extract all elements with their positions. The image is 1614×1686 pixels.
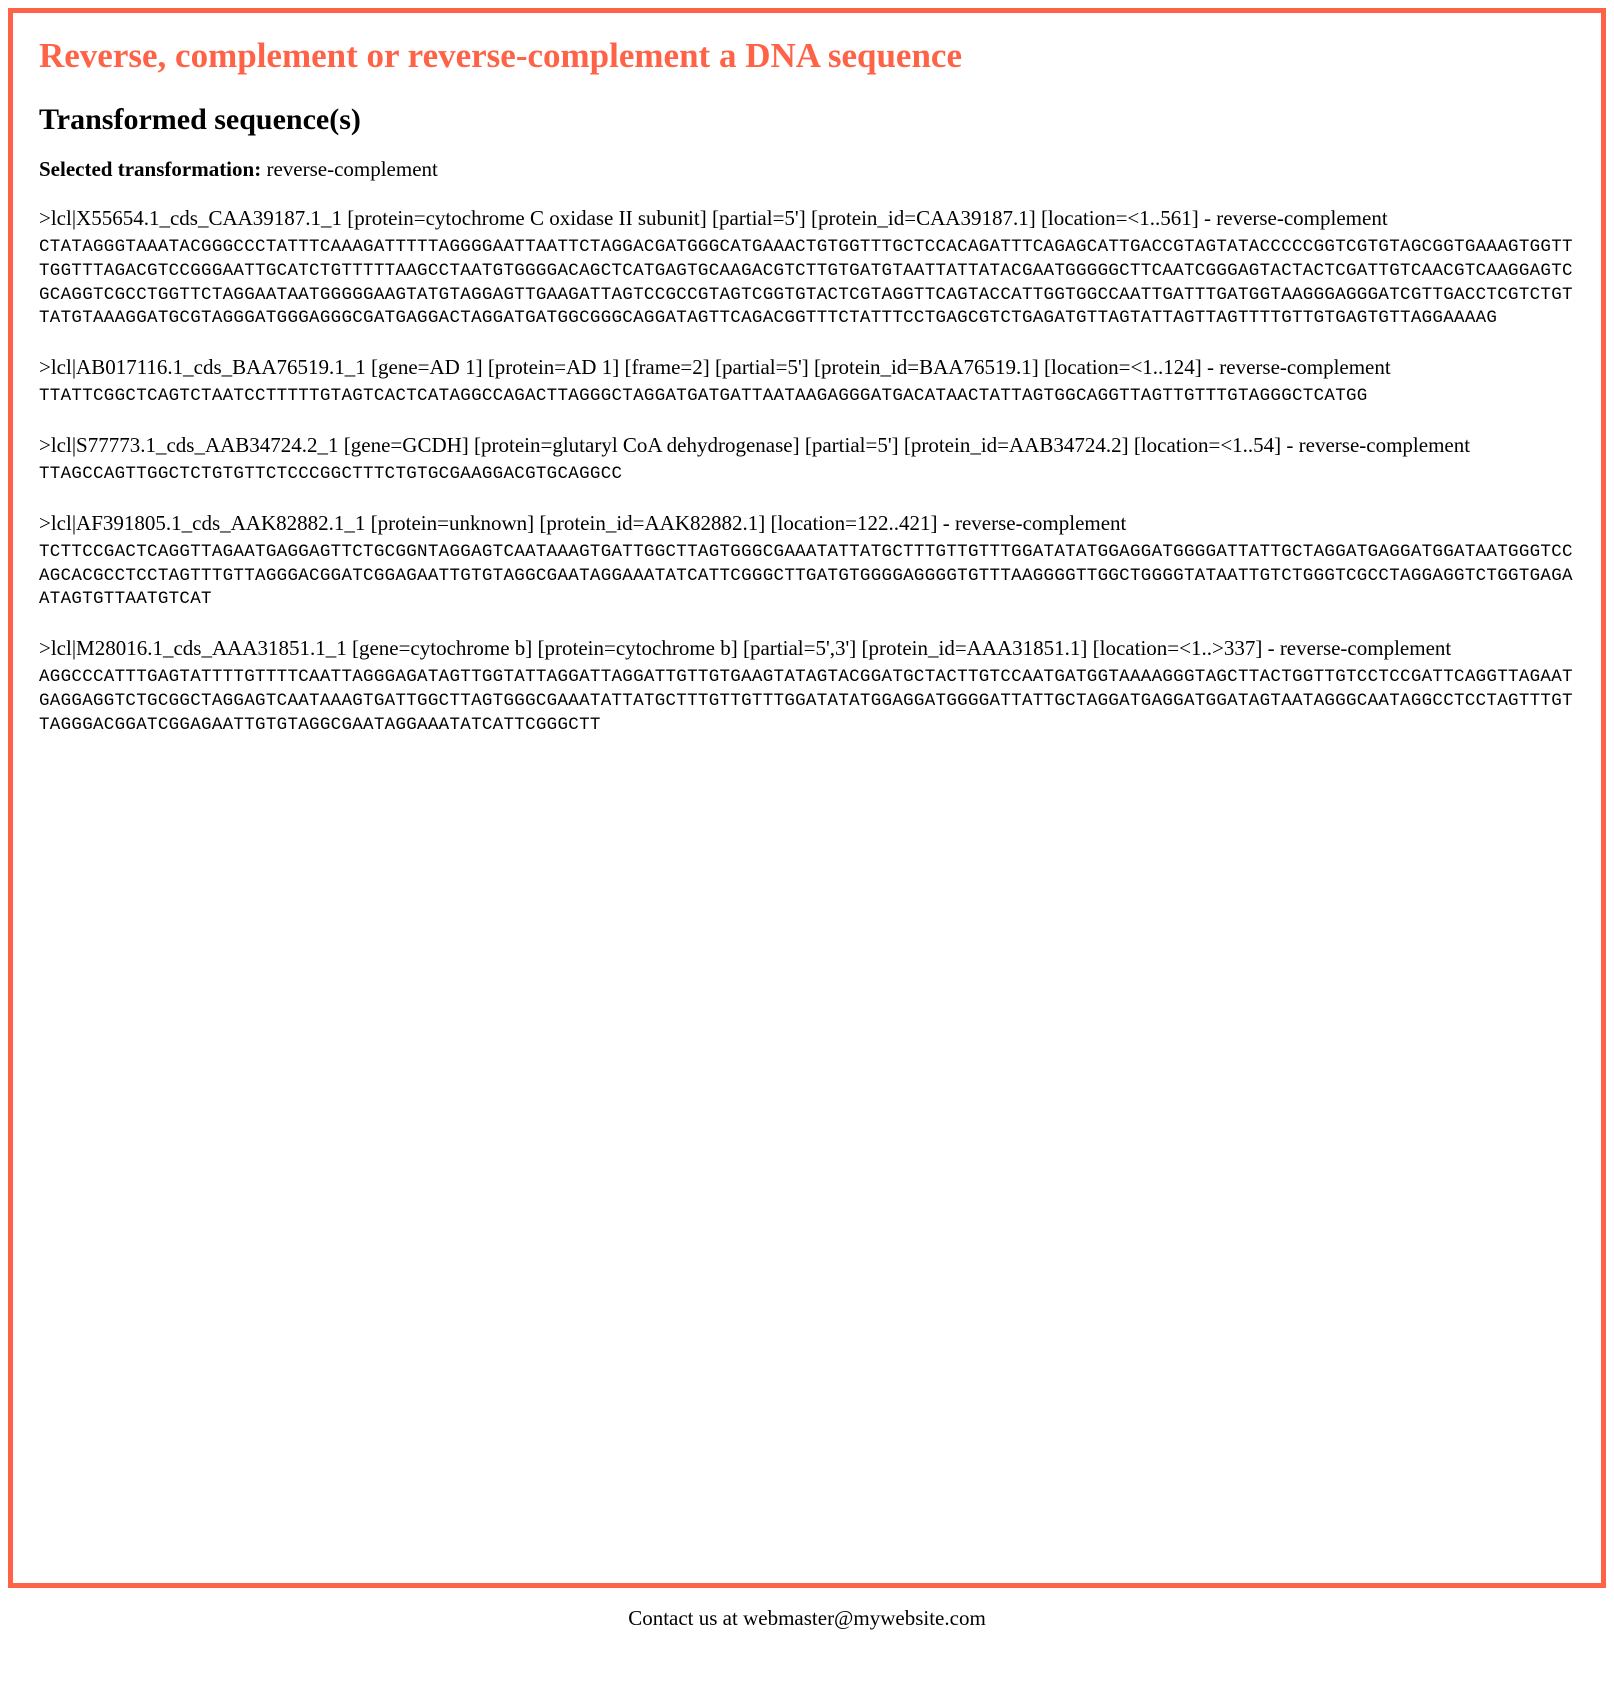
selected-transformation-line: Selected transformation: reverse-complem… (39, 157, 1575, 182)
footer: Contact us at webmaster@mywebsite.com (8, 1606, 1606, 1631)
sequence-block: >lcl|X55654.1_cds_CAA39187.1_1 [protein=… (39, 204, 1575, 331)
sequence-data: TCTTCCGACTCAGGTTAGAATGAGGAGTTCTGCGGNTAGG… (39, 541, 1575, 612)
sequence-data: TTATTCGGCTCAGTCTAATCCTTTTTGTAGTCACTCATAG… (39, 385, 1575, 409)
page-title: Reverse, complement or reverse-complemen… (39, 35, 1575, 77)
sequence-data: TTAGCCAGTTGGCTCTGTGTTCTCCCGGCTTTCTGTGCGA… (39, 463, 1575, 487)
sequence-header: >lcl|AF391805.1_cds_AAK82882.1_1 [protei… (39, 509, 1575, 537)
footer-email-link[interactable]: webmaster@mywebsite.com (743, 1606, 986, 1630)
content-frame: Reverse, complement or reverse-complemen… (8, 8, 1606, 1588)
sequence-header: >lcl|AB017116.1_cds_BAA76519.1_1 [gene=A… (39, 353, 1575, 381)
sequence-data: CTATAGGGTAAATACGGGCCCTATTTCAAAGATTTTTAGG… (39, 236, 1575, 331)
selected-transformation-label: Selected transformation: (39, 157, 261, 181)
sequence-block: >lcl|AF391805.1_cds_AAK82882.1_1 [protei… (39, 509, 1575, 612)
selected-transformation-value: reverse-complement (266, 157, 437, 181)
sequence-block: >lcl|M28016.1_cds_AAA31851.1_1 [gene=cyt… (39, 634, 1575, 737)
sequence-header: >lcl|S77773.1_cds_AAB34724.2_1 [gene=GCD… (39, 431, 1575, 459)
sequence-header: >lcl|M28016.1_cds_AAA31851.1_1 [gene=cyt… (39, 634, 1575, 662)
sequence-block: >lcl|S77773.1_cds_AAB34724.2_1 [gene=GCD… (39, 431, 1575, 487)
sequence-block: >lcl|AB017116.1_cds_BAA76519.1_1 [gene=A… (39, 353, 1575, 409)
sequences-container: >lcl|X55654.1_cds_CAA39187.1_1 [protein=… (39, 204, 1575, 737)
section-heading: Transformed sequence(s) (39, 103, 1575, 137)
sequence-header: >lcl|X55654.1_cds_CAA39187.1_1 [protein=… (39, 204, 1575, 232)
sequence-data: AGGCCCATTTGAGTATTTTGTTTTCAATTAGGGAGATAGT… (39, 666, 1575, 737)
footer-text: Contact us at (628, 1606, 743, 1630)
